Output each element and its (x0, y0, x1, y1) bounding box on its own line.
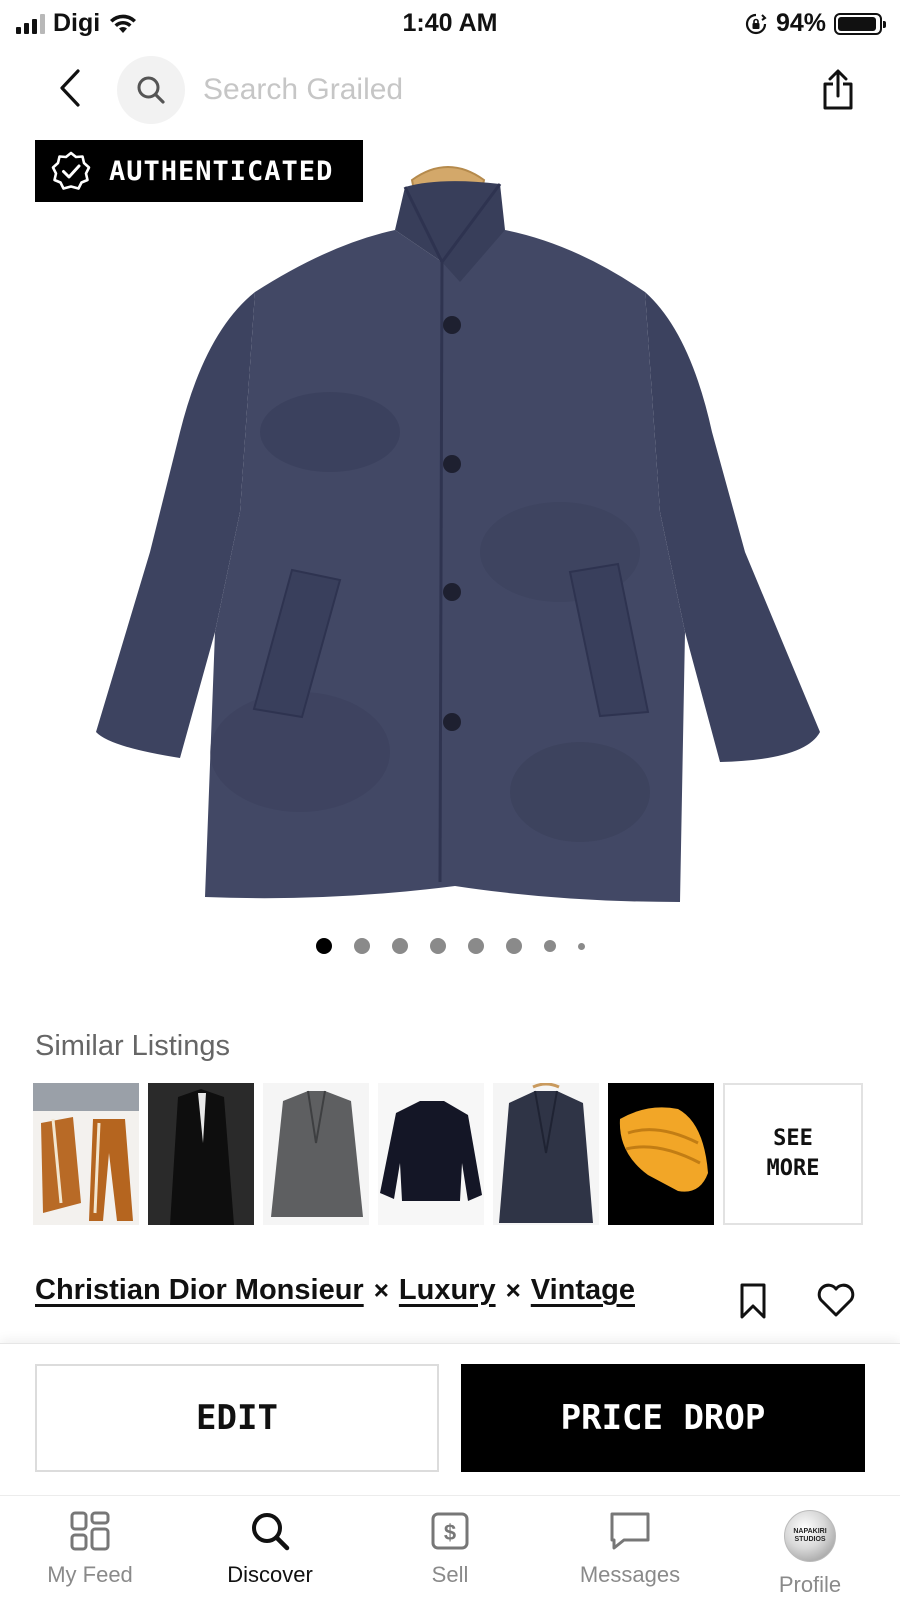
similar-listings-row: SEE MORE (33, 1083, 863, 1225)
verified-check-icon (51, 151, 91, 190)
carousel-dot[interactable] (543, 940, 556, 952)
tab-label: Discover (227, 1562, 313, 1587)
tab-label: Messages (579, 1562, 681, 1587)
battery-icon (834, 12, 886, 35)
designer-separator: × (505, 1275, 521, 1305)
search-icon (137, 76, 165, 104)
similar-listing-thumbnail[interactable] (263, 1083, 369, 1225)
bookmark-button[interactable] (738, 1282, 768, 1320)
authenticated-badge: AUTHENTICATED (35, 140, 363, 202)
carousel-dot[interactable] (505, 938, 522, 954)
favorite-button[interactable] (816, 1282, 856, 1318)
similar-listing-thumbnail[interactable] (148, 1083, 254, 1225)
search-button[interactable] (117, 56, 185, 124)
tab-label: Sell (431, 1562, 469, 1587)
avatar: NAPAKIRI STUDIOS (784, 1510, 836, 1562)
back-icon (60, 69, 80, 107)
orientation-lock-icon (745, 13, 767, 34)
tab-sell[interactable]: $ Sell (375, 1510, 525, 1588)
carousel-dot[interactable] (467, 938, 484, 954)
see-more-button[interactable]: SEE MORE (723, 1083, 863, 1225)
share-button[interactable] (816, 66, 860, 114)
carousel-dot[interactable] (353, 938, 370, 954)
svg-text:$: $ (444, 1520, 456, 1545)
top-nav (0, 50, 900, 130)
designer-link[interactable]: Christian Dior Monsieur (35, 1274, 364, 1307)
status-bar: Digi 1:40 AM 94% (0, 0, 900, 48)
similar-listing-thumbnail[interactable] (493, 1083, 599, 1225)
carousel-dot[interactable] (315, 938, 332, 954)
carousel-dot[interactable] (577, 942, 585, 950)
tab-label: Profile (778, 1572, 842, 1597)
bottom-tab-bar: My Feed Discover $ Sell Messages NAPAKIR… (0, 1495, 900, 1600)
carousel-dots[interactable] (0, 936, 900, 956)
battery-percent: 94% (775, 9, 826, 37)
similar-listing-thumbnail[interactable] (608, 1083, 714, 1225)
designer-separator: × (373, 1275, 389, 1305)
see-more-line1: SEE (773, 1126, 813, 1151)
designer-link[interactable]: Luxury (399, 1274, 496, 1307)
designer-links: Christian Dior Monsieur × Luxury × Vinta… (35, 1274, 635, 1307)
see-more-line2: MORE (766, 1156, 820, 1181)
tab-discover[interactable]: Discover (195, 1510, 345, 1588)
similar-listings-title: Similar Listings (35, 1030, 230, 1062)
chat-icon (610, 1512, 650, 1550)
carousel-dot[interactable] (391, 938, 408, 954)
tab-my-feed[interactable]: My Feed (15, 1510, 165, 1588)
dollar-tag-icon: $ (431, 1512, 469, 1550)
product-image-carousel[interactable]: AUTHENTICATED (0, 132, 900, 932)
authenticated-label: AUTHENTICATED (109, 155, 334, 187)
carousel-dot[interactable] (429, 938, 446, 954)
grid-icon (70, 1511, 110, 1551)
price-drop-button[interactable]: PRICE DROP (461, 1364, 865, 1472)
share-icon (823, 69, 853, 110)
status-right: 94% (744, 9, 886, 38)
search-input[interactable] (203, 70, 763, 110)
bookmark-icon (740, 1283, 766, 1319)
back-button[interactable] (48, 66, 92, 110)
listing-action-bar: EDIT PRICE DROP (0, 1343, 900, 1495)
coat-photo (96, 166, 820, 902)
tab-profile[interactable]: NAPAKIRI STUDIOS Profile (735, 1510, 885, 1598)
edit-button[interactable]: EDIT (35, 1364, 439, 1472)
heart-icon (817, 1283, 855, 1317)
designer-link[interactable]: Vintage (531, 1274, 635, 1307)
similar-listing-thumbnail[interactable] (378, 1083, 484, 1225)
similar-listing-thumbnail[interactable] (33, 1083, 139, 1225)
tab-label: My Feed (47, 1562, 133, 1587)
tab-messages[interactable]: Messages (555, 1510, 705, 1588)
search-icon (252, 1513, 290, 1551)
